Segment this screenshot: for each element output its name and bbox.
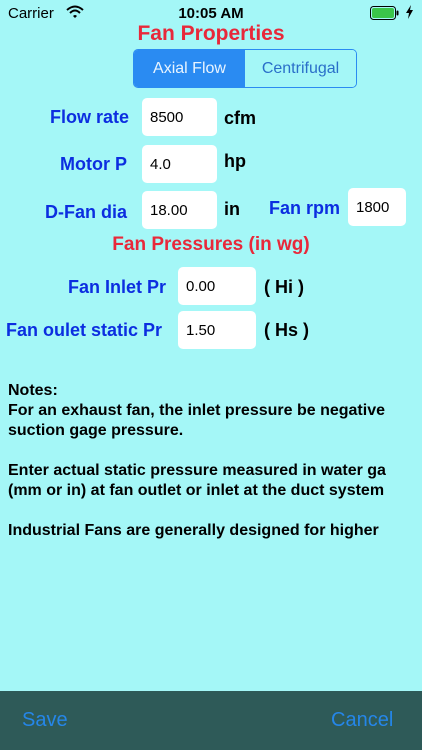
- segment-axial-flow[interactable]: Axial Flow: [134, 50, 245, 87]
- notes-block: Notes: For an exhaust fan, the inlet pre…: [8, 381, 422, 541]
- fan-diameter-input[interactable]: 18.00: [142, 191, 217, 229]
- page-title: Fan Properties: [137, 22, 285, 45]
- flow-rate-label: Flow rate: [50, 107, 130, 127]
- notes-line: Enter actual static pressure measured in…: [8, 462, 386, 479]
- fan-diameter-unit: in: [224, 199, 240, 219]
- notes-heading: Notes:: [8, 382, 58, 399]
- bottom-toolbar: Save Cancel: [0, 691, 422, 750]
- notes-line: suction gage pressure.: [8, 422, 184, 439]
- battery-icon: [370, 6, 399, 20]
- cancel-button[interactable]: Cancel: [331, 709, 393, 732]
- fan-outlet-pressure-unit: ( Hs ): [264, 320, 309, 340]
- fan-type-segmented-control[interactable]: Axial Flow Centrifugal: [133, 49, 357, 88]
- fan-outlet-pressure-input[interactable]: 1.50: [178, 311, 256, 349]
- clock: 10:05 AM: [178, 5, 244, 22]
- fan-outlet-pressure-label: Fan oulet static Pr: [6, 320, 163, 340]
- charging-bolt-icon: [406, 5, 413, 19]
- motor-power-unit: hp: [224, 151, 246, 171]
- notes-line: (mm or in) at fan outlet or inlet at the…: [8, 482, 385, 499]
- motor-power-label: Motor P: [60, 154, 127, 174]
- fan-rpm-input[interactable]: 1800: [348, 188, 406, 226]
- fan-inlet-pressure-label: Fan Inlet Pr: [68, 277, 167, 297]
- fan-inlet-pressure-input[interactable]: 0.00: [178, 267, 256, 305]
- notes-line: Industrial Fans are generally designed f…: [8, 522, 379, 539]
- flow-rate-input[interactable]: 8500: [142, 98, 217, 136]
- notes-line: For an exhaust fan, the inlet pressure b…: [8, 402, 385, 419]
- flow-rate-unit: cfm: [224, 108, 257, 128]
- save-button[interactable]: Save: [22, 709, 68, 732]
- fan-rpm-label: Fan rpm: [269, 198, 341, 218]
- fan-inlet-pressure-unit: ( Hi ): [264, 277, 304, 297]
- fan-pressures-heading: Fan Pressures (in wg): [112, 234, 310, 255]
- motor-power-input[interactable]: 4.0: [142, 145, 217, 183]
- segment-centrifugal[interactable]: Centrifugal: [245, 50, 356, 87]
- fan-diameter-label: D-Fan dia: [45, 202, 128, 222]
